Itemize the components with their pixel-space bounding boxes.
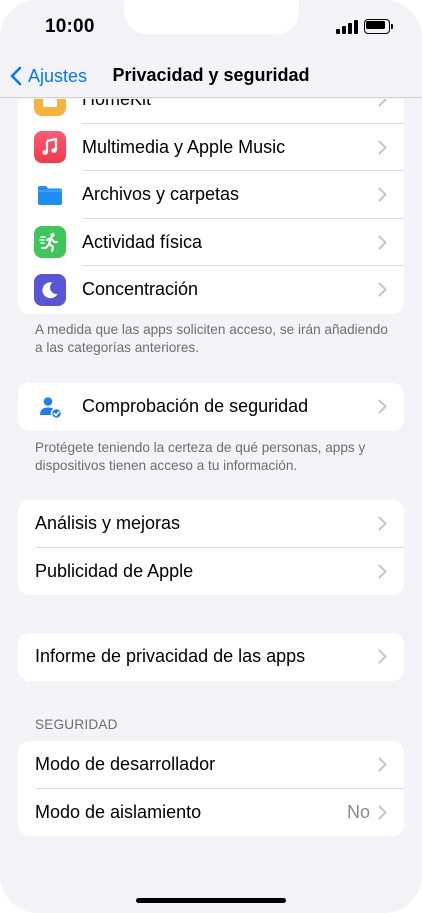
battery-icon	[364, 19, 394, 35]
chevron-right-icon	[378, 757, 387, 772]
settings-row-developer-mode[interactable]: Modo de desarrollador	[18, 741, 404, 789]
settings-row-apple-advertising[interactable]: Publicidad de Apple	[18, 548, 404, 596]
chevron-right-icon	[378, 564, 387, 579]
chevron-right-icon	[378, 805, 387, 820]
app-privacy-report-group: Informe de privacidad de las apps	[18, 633, 404, 681]
chevron-right-icon	[378, 140, 387, 155]
home-indicator[interactable]	[136, 898, 286, 903]
folder-icon	[34, 178, 66, 211]
settings-row-analytics[interactable]: Análisis y mejoras	[18, 500, 404, 548]
settings-row-focus[interactable]: Concentración	[18, 266, 404, 314]
running-figure-icon	[34, 226, 66, 259]
settings-row-safety-check[interactable]: Comprobación de seguridad	[18, 383, 404, 431]
status-bar: 10:00	[0, 0, 422, 54]
safety-check-footnote: Protégete teniendo la certeza de qué per…	[35, 440, 366, 473]
settings-row-homekit[interactable]: HomeKit	[18, 99, 404, 124]
analytics-group: Análisis y mejoras Publicidad de Apple	[18, 500, 404, 595]
lockdown-mode-status: No	[346, 801, 370, 822]
chevron-right-icon	[378, 399, 387, 414]
settings-row-label: Informe de privacidad de las apps	[35, 646, 306, 667]
settings-row-files-folders[interactable]: Archivos y carpetas	[18, 171, 404, 219]
settings-row-lockdown-mode[interactable]: Modo de aislamiento No	[18, 789, 404, 837]
settings-row-label: Multimedia y Apple Music	[82, 136, 286, 157]
chevron-right-icon	[378, 187, 387, 202]
moon-icon	[34, 273, 66, 306]
notch	[124, 0, 299, 34]
settings-row-label: Modo de aislamiento	[35, 801, 202, 822]
navigation-bar: Ajustes Privacidad y seguridad	[0, 54, 422, 98]
settings-row-label: Comprobación de seguridad	[82, 396, 309, 417]
apps-group-footnote: A medida que las apps soliciten acceso, …	[35, 322, 388, 355]
phone-screen: 10:00 Ajustes Privacidad y seguridad Hom…	[0, 0, 422, 913]
settings-row-label: Análisis y mejoras	[35, 513, 181, 534]
person-check-icon	[34, 390, 66, 423]
homekit-icon	[34, 99, 66, 116]
settings-row-label: Concentración	[82, 279, 199, 300]
security-group: Modo de desarrollador Modo de aislamient…	[18, 741, 404, 836]
chevron-right-icon	[378, 649, 387, 664]
apps-permissions-group: HomeKit Multimedia y Apple Music Archivo…	[18, 99, 404, 314]
settings-row-label: Actividad física	[82, 231, 203, 252]
settings-row-label: Publicidad de Apple	[35, 560, 194, 581]
settings-row-label: Modo de desarrollador	[35, 754, 216, 775]
settings-row-fitness[interactable]: Actividad física	[18, 219, 404, 267]
status-time: 10:00	[45, 16, 95, 37]
chevron-right-icon	[378, 99, 387, 107]
chevron-right-icon	[378, 282, 387, 297]
cellular-signal-icon	[336, 20, 358, 34]
chevron-right-icon	[378, 516, 387, 531]
settings-row-media-music[interactable]: Multimedia y Apple Music	[18, 124, 404, 172]
section-header-security: SEGURIDAD	[35, 717, 118, 732]
chevron-right-icon	[378, 235, 387, 250]
settings-row-label: HomeKit	[82, 99, 152, 110]
page-title: Privacidad y seguridad	[112, 65, 310, 85]
settings-row-label: Archivos y carpetas	[82, 184, 240, 205]
settings-scroll-area[interactable]: HomeKit Multimedia y Apple Music Archivo…	[0, 99, 422, 913]
safety-check-group: Comprobación de seguridad	[18, 383, 404, 431]
settings-row-app-privacy-report[interactable]: Informe de privacidad de las apps	[18, 633, 404, 681]
music-note-icon	[34, 131, 66, 164]
